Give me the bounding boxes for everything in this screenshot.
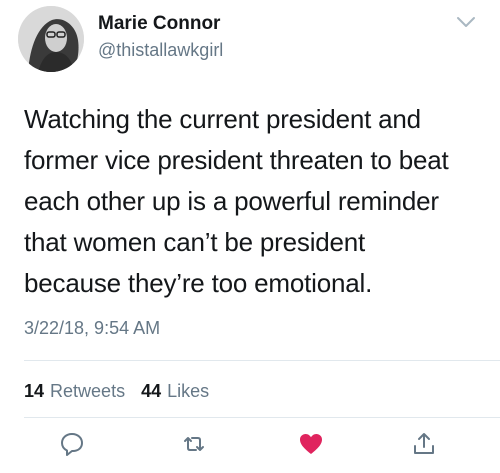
tweet-header: Marie Connor @thistallawkgirl (18, 6, 223, 72)
tweet-text-line: because they’re too emotional. (24, 268, 373, 298)
divider (24, 417, 500, 418)
likes-count[interactable]: 44 (141, 381, 161, 402)
avatar-image (18, 6, 84, 72)
retweets-count[interactable]: 14 (24, 381, 44, 402)
tweet-text-line: former vice president threaten to beat (24, 145, 449, 175)
chevron-down-icon[interactable] (455, 14, 477, 30)
tweet-text: Watching the current president and forme… (24, 99, 484, 304)
user-handle[interactable]: @thistallawkgirl (98, 38, 223, 62)
tweet-text-line: Watching the current president and (24, 104, 421, 134)
tweet-card: Marie Connor @thistallawkgirl Watching t… (0, 0, 500, 473)
retweets-label[interactable]: Retweets (50, 381, 125, 402)
retweet-icon[interactable] (180, 430, 208, 458)
tweet-stats: 14 Retweets 44 Likes (24, 381, 225, 402)
share-icon[interactable] (410, 430, 438, 458)
avatar[interactable] (18, 6, 84, 72)
likes-label[interactable]: Likes (167, 381, 209, 402)
display-name[interactable]: Marie Connor (98, 12, 223, 36)
tweet-actions (0, 430, 500, 466)
tweet-text-line: that women can’t be president (24, 227, 366, 257)
user-names: Marie Connor @thistallawkgirl (98, 12, 223, 62)
divider (24, 360, 500, 361)
reply-icon[interactable] (58, 430, 86, 458)
tweet-text-line: each other up is a powerful reminder (24, 186, 439, 216)
tweet-timestamp[interactable]: 3/22/18, 9:54 AM (24, 318, 160, 339)
like-icon[interactable] (297, 430, 325, 458)
